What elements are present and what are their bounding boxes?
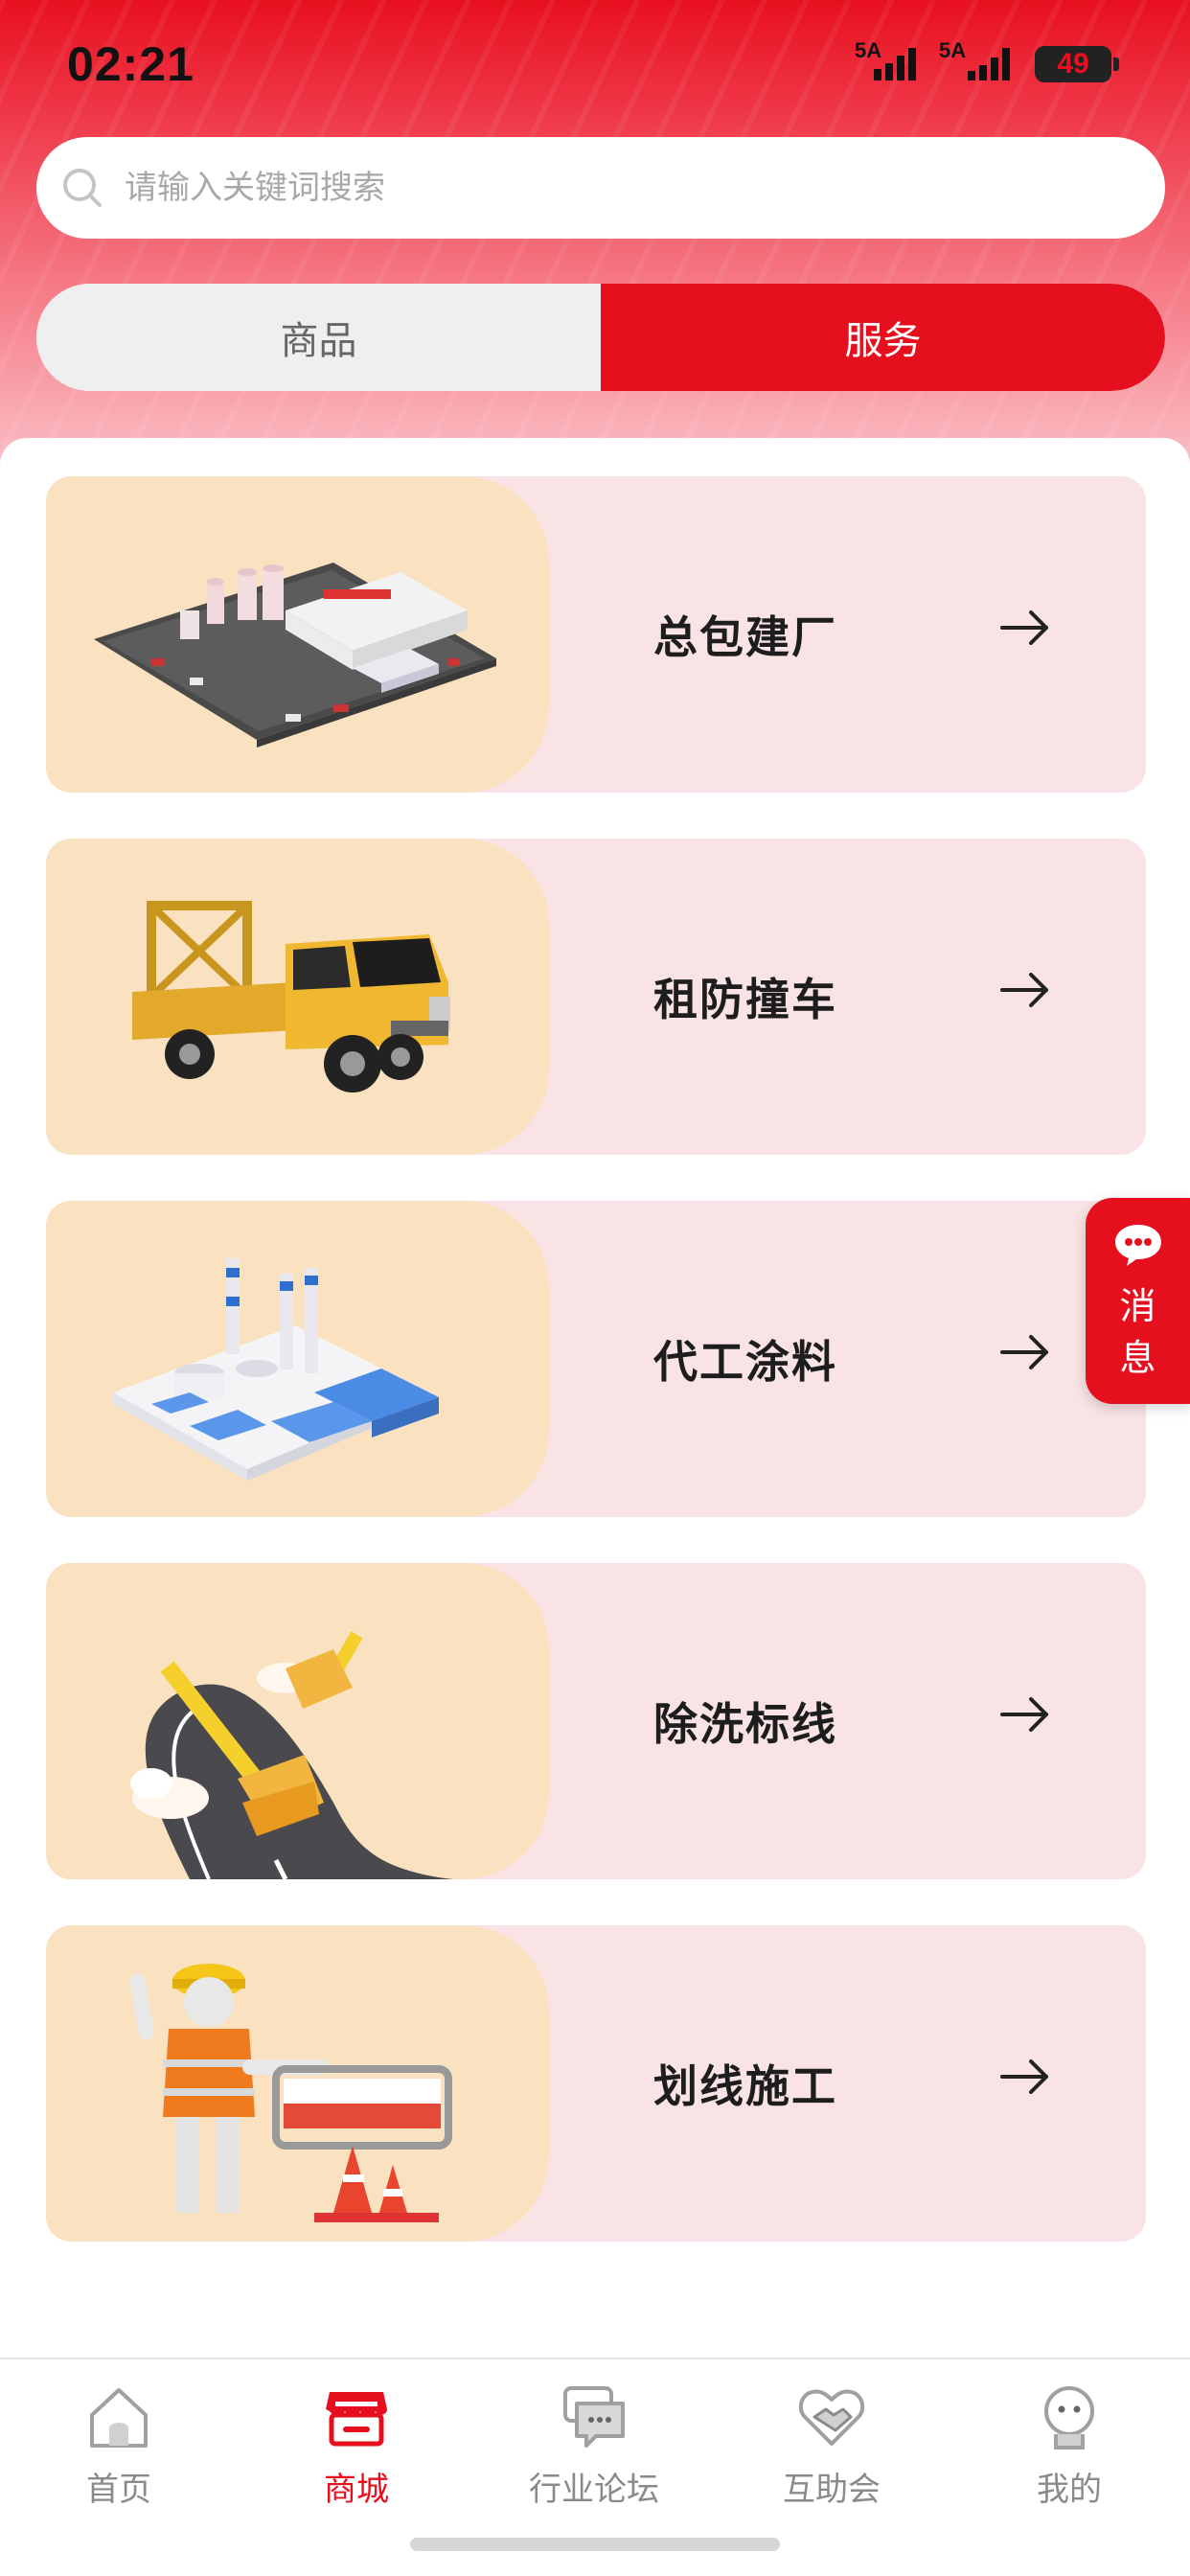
nav-item-home[interactable]: 首页 [0, 2359, 238, 2513]
service-title: 划线施工 [653, 2060, 837, 2112]
nav-label: 行业论坛 [529, 2471, 659, 2509]
status-bar: 02:21 5A 5A 49 [0, 0, 1190, 129]
tab-services[interactable]: 服务 [601, 284, 1165, 391]
home-icon [90, 2388, 148, 2448]
service-card-marking-removal[interactable]: 除洗标线 [46, 1563, 1146, 1879]
nav-item-shop[interactable]: 商城 [238, 2359, 475, 2513]
message-label-line2: 息 [1119, 1337, 1156, 1379]
battery-level: 49 [1057, 48, 1089, 80]
nav-item-profile[interactable]: 我的 [950, 2359, 1188, 2513]
service-title: 租防撞车 [653, 974, 837, 1025]
floating-message-button[interactable]: 消 息 [1086, 1198, 1190, 1404]
nav-item-forum[interactable]: 行业论坛 [475, 2359, 713, 2513]
chemical-plant-illustration [46, 1201, 549, 1517]
chat-bubble-icon [1115, 1225, 1161, 1266]
factory-illustration [46, 476, 549, 793]
category-segment: 商品 服务 [36, 284, 1165, 391]
message-label-line1: 消 [1119, 1285, 1156, 1327]
signal-strength-icon: 5A [855, 38, 924, 84]
shop-icon [326, 2392, 387, 2447]
nav-label: 首页 [86, 2471, 151, 2509]
signal-strength-icon: 5A [939, 38, 1018, 84]
status-time: 02:21 [67, 37, 195, 91]
arrow-right-icon [1000, 1335, 1048, 1369]
handshake-icon [798, 2389, 865, 2446]
service-card-oem-coating[interactable]: 代工涂料 [46, 1201, 1146, 1517]
search-input[interactable] [125, 137, 1140, 239]
arrow-right-icon [1000, 2059, 1048, 2094]
forum-icon [563, 2386, 625, 2448]
crash-truck-illustration [46, 839, 549, 1155]
service-card-crash-truck-rental[interactable]: 租防撞车 [46, 839, 1146, 1155]
search-icon [63, 169, 102, 207]
service-card-factory-building[interactable]: 总包建厂 [46, 476, 1146, 793]
road-worker-illustration [46, 1925, 549, 2242]
search-bar[interactable] [36, 137, 1165, 239]
service-title: 除洗标线 [653, 1698, 837, 1750]
service-card-line-marking[interactable]: 划线施工 [46, 1925, 1146, 2242]
arrow-right-icon [1000, 610, 1048, 645]
battery-icon: 49 [1035, 46, 1119, 82]
arrow-right-icon [1000, 1697, 1048, 1732]
nav-label: 商城 [324, 2471, 389, 2509]
home-indicator [410, 2538, 780, 2551]
service-title: 代工涂料 [653, 1336, 837, 1388]
nav-label: 互助会 [783, 2471, 881, 2509]
profile-icon [1044, 2386, 1094, 2450]
tab-products[interactable]: 商品 [36, 284, 601, 391]
nav-label: 我的 [1037, 2471, 1102, 2509]
service-title: 总包建厂 [653, 611, 837, 663]
nav-item-mutual-aid[interactable]: 互助会 [713, 2359, 950, 2513]
arrow-right-icon [1000, 973, 1048, 1007]
road-brush-illustration [46, 1563, 549, 1879]
